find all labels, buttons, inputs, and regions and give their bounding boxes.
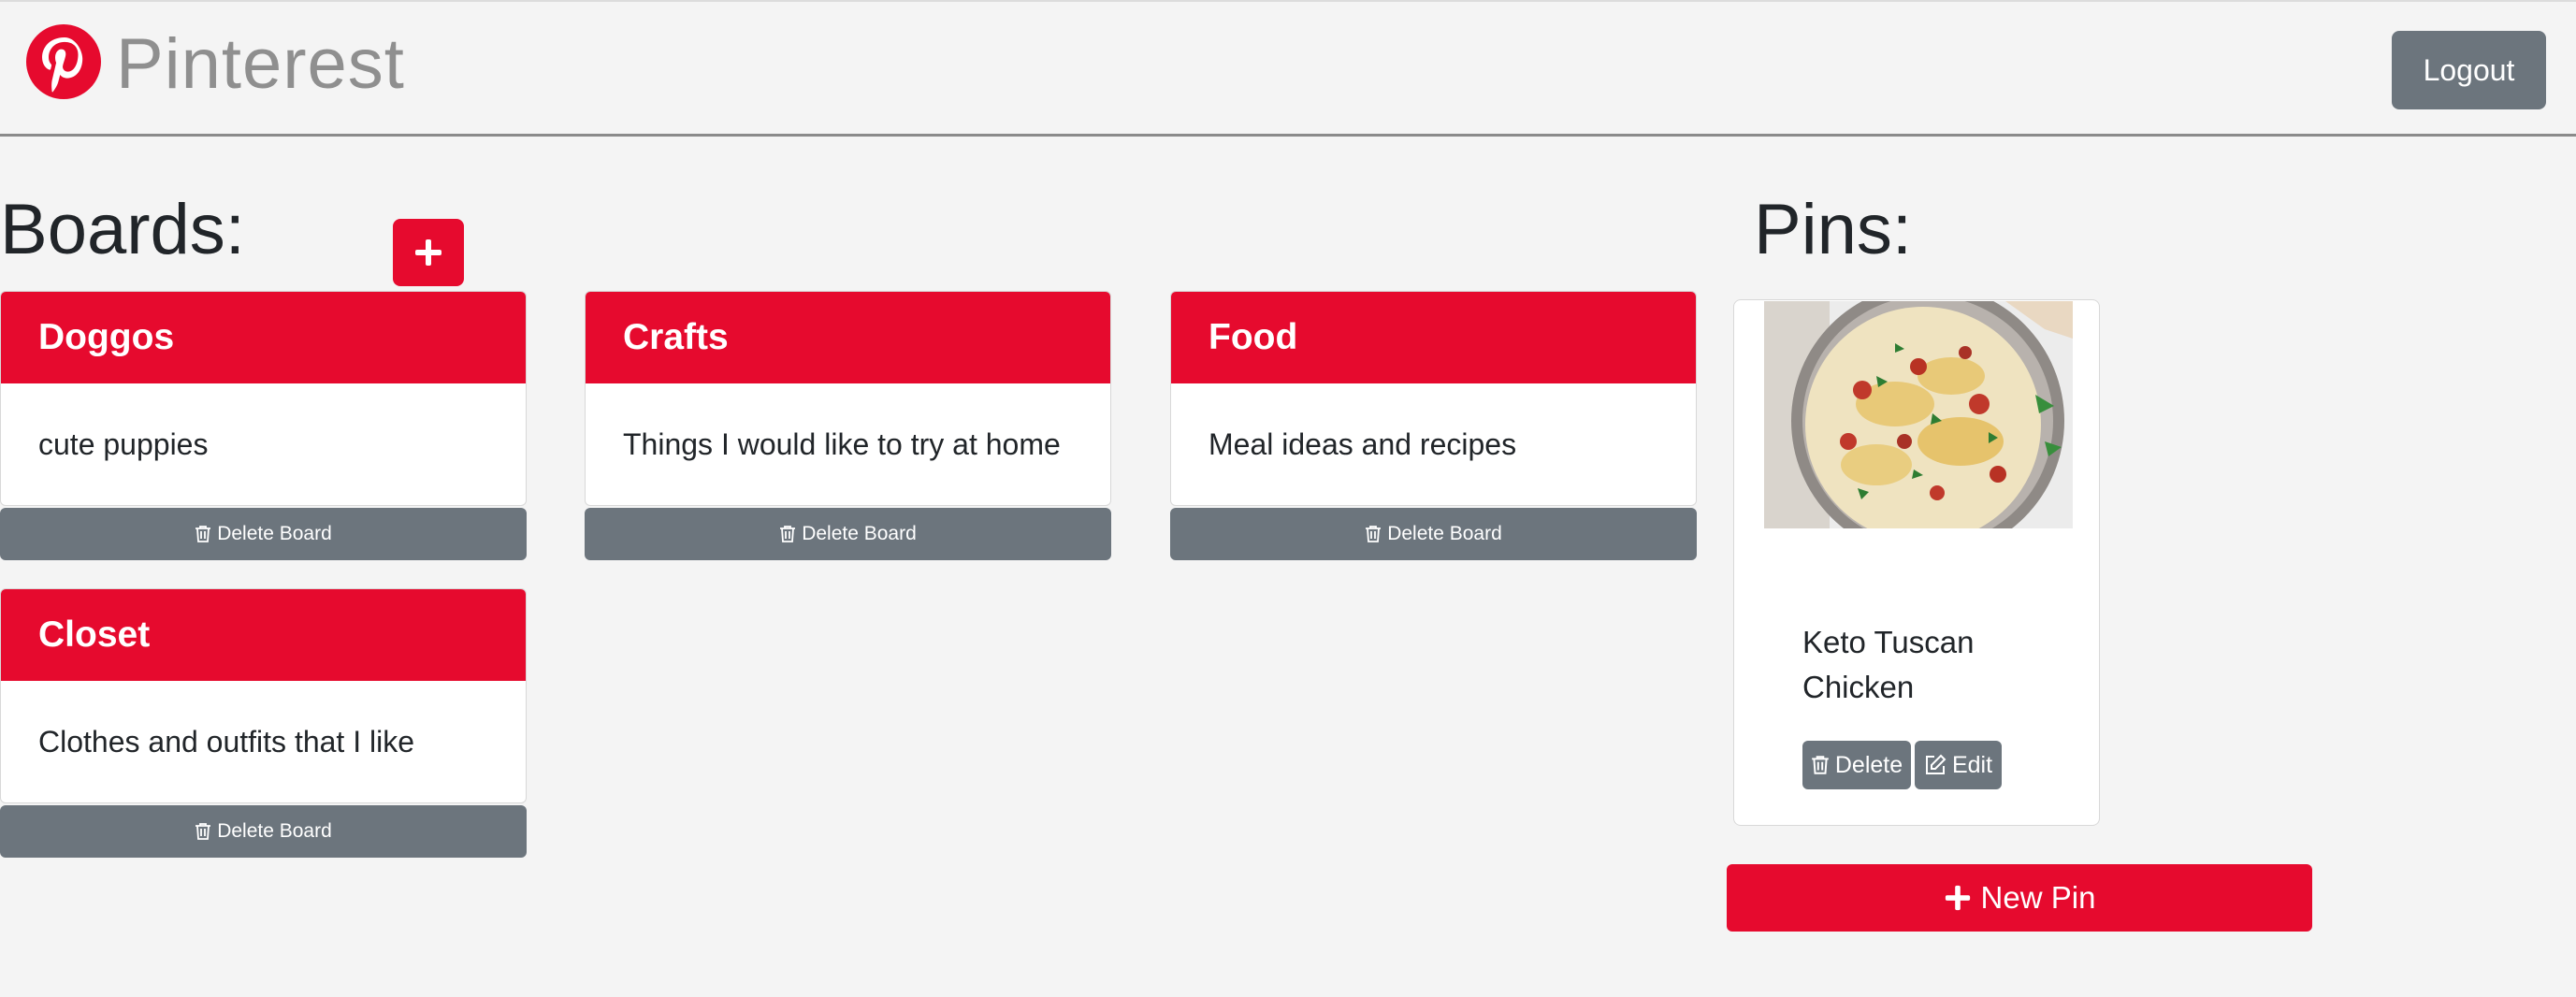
new-pin-button[interactable]: New Pin [1727,864,2312,932]
board-name[interactable]: Crafts [586,292,1110,383]
pin-image[interactable] [1764,301,2073,528]
pinterest-logo-icon[interactable] [26,24,101,99]
board-description: Meal ideas and recipes [1208,426,1517,461]
board-name[interactable]: Closet [1,589,526,681]
add-board-button[interactable] [393,219,464,286]
trash-icon [780,526,796,542]
delete-board-button[interactable]: Delete Board [585,508,1111,560]
board-card[interactable]: Crafts Things I would like to try at hom… [585,291,1111,506]
plus-icon [1945,885,1970,911]
delete-board-label: Delete Board [802,523,917,544]
new-pin-label: New Pin [1980,880,2096,915]
delete-board-button[interactable]: Delete Board [0,508,527,560]
trash-icon [1812,756,1829,774]
brand-name[interactable]: Pinterest [116,22,405,107]
board-crafts: Crafts Things I would like to try at hom… [585,291,1111,560]
board-description: Clothes and outfits that I like [38,724,414,759]
delete-board-button[interactable]: Delete Board [1170,508,1697,560]
pins-title: Pins: [1754,190,1912,269]
navbar: Pinterest Logout [0,2,2576,137]
edit-icon [1925,754,1946,774]
board-doggos: Doggos cute puppies Delete Board [0,291,527,560]
delete-pin-label: Delete [1834,751,1903,778]
logout-button[interactable]: Logout [2392,31,2546,109]
delete-board-label: Delete Board [1387,523,1502,544]
board-card[interactable]: Doggos cute puppies [0,291,527,506]
board-description: cute puppies [38,426,209,461]
pin-card: Keto Tuscan Chicken Delete Edit [1733,299,2100,826]
edit-pin-label: Edit [1951,751,1993,778]
board-food: Food Meal ideas and recipes Delete Board [1170,291,1697,560]
delete-pin-button[interactable]: Delete [1802,741,1911,789]
boards-title: Boards: [0,190,245,269]
pin-title[interactable]: Keto Tuscan Chicken [1802,620,2064,710]
board-card[interactable]: Closet Clothes and outfits that I like [0,588,527,803]
edit-pin-button[interactable]: Edit [1915,741,2002,789]
delete-board-button[interactable]: Delete Board [0,805,527,858]
board-closet: Closet Clothes and outfits that I like D… [0,588,527,858]
board-card[interactable]: Food Meal ideas and recipes [1170,291,1697,506]
board-name[interactable]: Doggos [1,292,526,383]
trash-icon [195,526,211,542]
delete-board-label: Delete Board [217,820,332,842]
board-name[interactable]: Food [1171,292,1696,383]
delete-board-label: Delete Board [217,523,332,544]
plus-icon [415,239,441,266]
board-description: Things I would like to try at home [623,426,1061,461]
trash-icon [195,823,211,840]
trash-icon [1366,526,1382,542]
